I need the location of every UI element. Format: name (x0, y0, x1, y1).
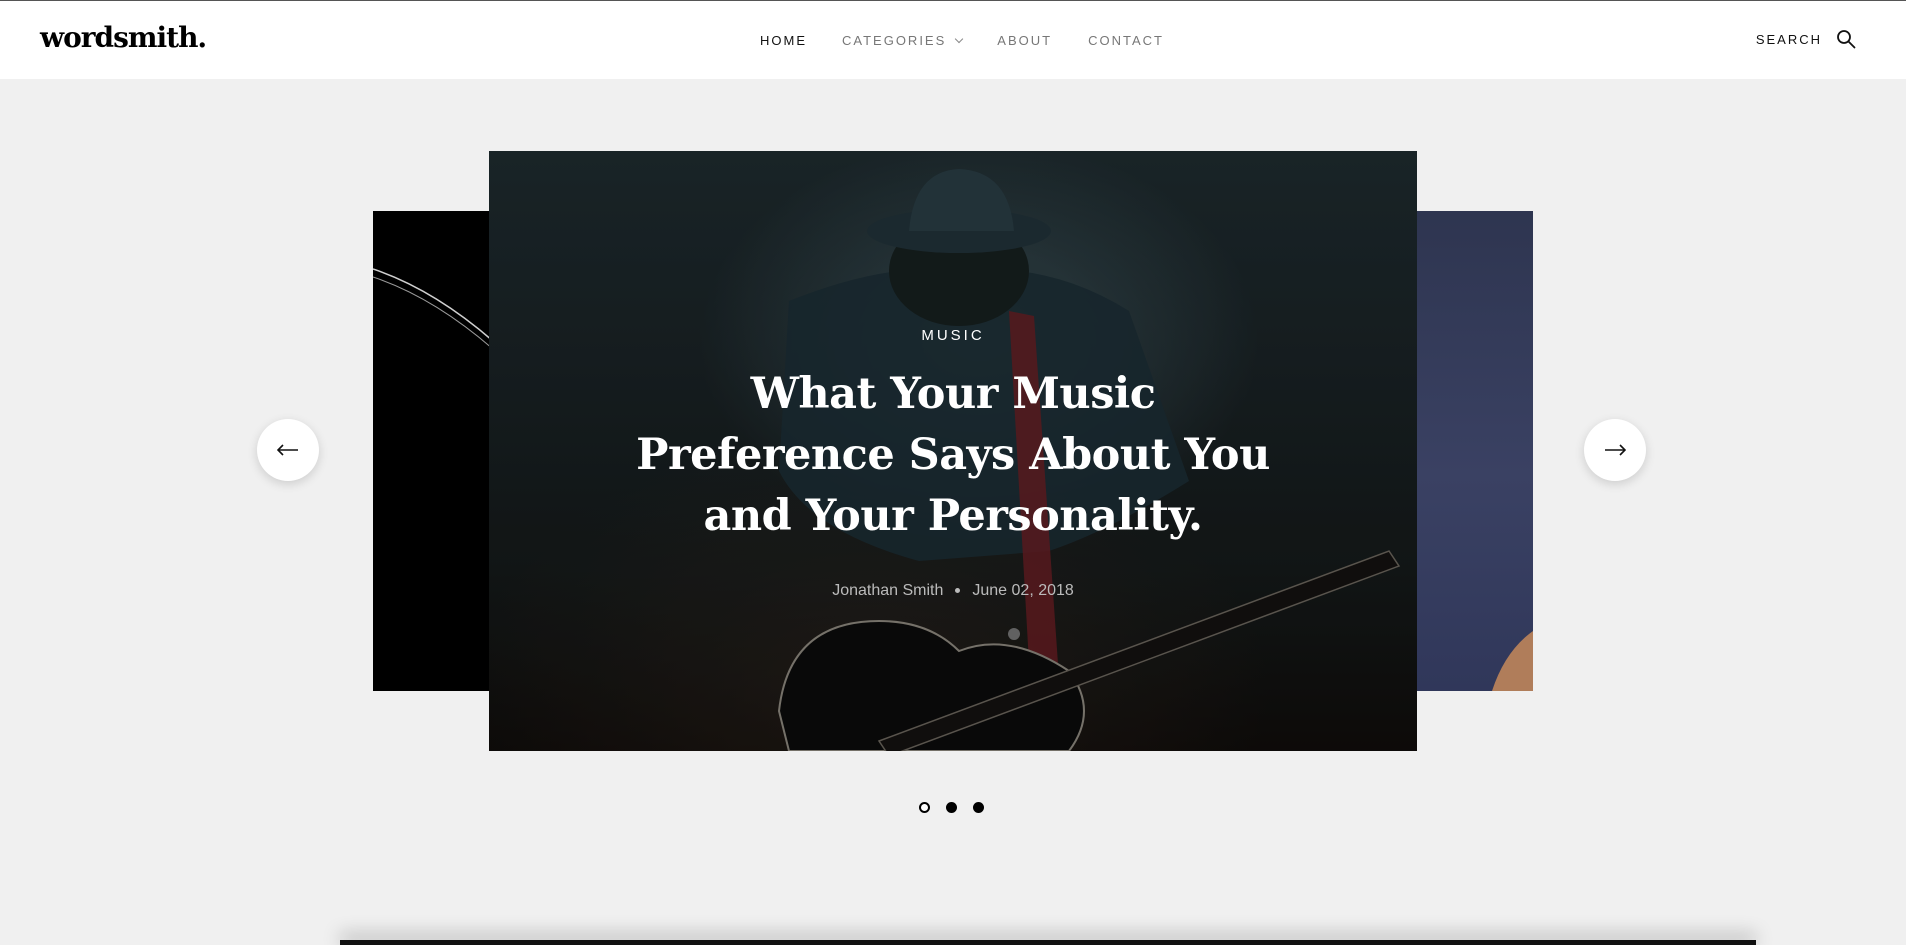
guitar-neck-image (373, 268, 493, 350)
nav-item-label: CATEGORIES (842, 33, 947, 48)
slide-category[interactable]: MUSIC (489, 327, 1417, 344)
slide-meta: Jonathan Smith June 02, 2018 (489, 582, 1417, 600)
search-button[interactable]: SEARCH (1756, 29, 1856, 49)
slide-next-preview[interactable] (1410, 211, 1533, 691)
arrow-right-icon (1605, 444, 1626, 456)
arrow-left-icon (277, 444, 298, 456)
site-logo[interactable]: wordsmith. (40, 21, 207, 54)
slider-dot[interactable] (919, 802, 930, 813)
nav-item-label: HOME (760, 33, 807, 48)
nav-item-about[interactable]: ABOUT (997, 33, 1052, 48)
search-label: SEARCH (1755, 31, 1822, 47)
slider-next-button[interactable] (1584, 419, 1646, 481)
slide-previous-preview[interactable] (373, 211, 493, 691)
main-nav: HOME CATEGORIES ABOUT CONTACT (760, 33, 1164, 48)
nav-item-label: CONTACT (1088, 33, 1164, 48)
next-section-edge (340, 940, 1756, 945)
site-header: wordsmith. HOME CATEGORIES ABOUT CONTACT… (0, 1, 1906, 79)
slide-author[interactable]: Jonathan Smith (832, 582, 943, 599)
slider-pagination (919, 802, 984, 813)
nav-item-contact[interactable]: CONTACT (1088, 33, 1164, 48)
meta-separator (955, 588, 961, 594)
slider-prev-button[interactable] (257, 419, 319, 481)
slide-date: June 02, 2018 (972, 582, 1074, 599)
slide-title[interactable]: What Your Music Preference Says About Yo… (629, 364, 1277, 547)
search-icon (1837, 30, 1856, 49)
chevron-down-icon (955, 34, 964, 43)
nav-item-home[interactable]: HOME (760, 33, 807, 48)
nav-item-categories[interactable]: CATEGORIES (842, 33, 964, 48)
slider-dot[interactable] (973, 802, 984, 813)
featured-slide[interactable]: MUSIC What Your Music Preference Says Ab… (489, 151, 1417, 751)
slider-dot[interactable] (946, 802, 957, 813)
portrait-image (1492, 631, 1533, 691)
nav-item-label: ABOUT (997, 33, 1053, 48)
